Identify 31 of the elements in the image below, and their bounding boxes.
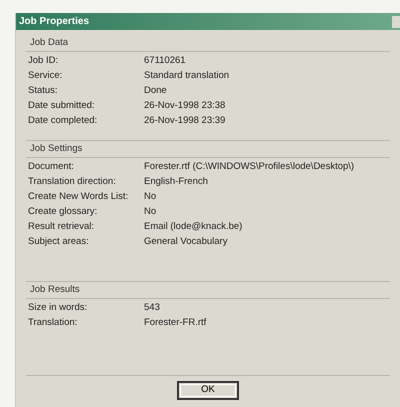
- field-label: Create glossary:: [27, 205, 98, 220]
- field-label: Result retrieval:: [27, 220, 95, 234]
- field-value: No: [144, 205, 156, 220]
- field-label: Subject areas:: [27, 235, 90, 250]
- field-label: Translation direction:: [27, 175, 117, 190]
- field-value: Standard translation: [144, 69, 230, 84]
- field-label: Create New Words List:: [27, 190, 130, 204]
- field-value: English-French: [144, 175, 208, 190]
- field-label: Status:: [27, 84, 59, 98]
- field-label: Size in words:: [27, 301, 88, 316]
- field-value: Email (lode@knack.be): [144, 220, 242, 234]
- ok-button[interactable]: OK: [177, 381, 239, 400]
- section-heading: Job Results: [29, 283, 81, 297]
- field-value: Forester.rtf (C:\WINDOWS\Profiles\lode\Desktop\): [144, 160, 354, 174]
- field-value: 26-Nov-1998 23:39: [144, 114, 226, 128]
- section-heading: Job Data: [29, 36, 70, 50]
- field-label: Translation:: [27, 316, 78, 330]
- field-label: Document:: [27, 160, 75, 174]
- window-title: Job Properties: [19, 15, 90, 29]
- field-value: Done: [144, 84, 167, 98]
- field-label: Service:: [27, 69, 64, 84]
- field-value: Forester-FR.rtf: [144, 316, 206, 330]
- field-label: Job ID:: [27, 54, 60, 68]
- field-value: 26-Nov-1998 23:38: [144, 99, 226, 114]
- field-value: 67110261: [144, 54, 186, 68]
- field-value: General Vocabulary: [144, 235, 228, 250]
- field-label: Date completed:: [27, 114, 98, 128]
- field-value: 543: [144, 301, 160, 316]
- section-heading: Job Settings: [29, 142, 84, 156]
- field-label: Date submitted:: [27, 99, 96, 114]
- field-value: No: [144, 190, 156, 204]
